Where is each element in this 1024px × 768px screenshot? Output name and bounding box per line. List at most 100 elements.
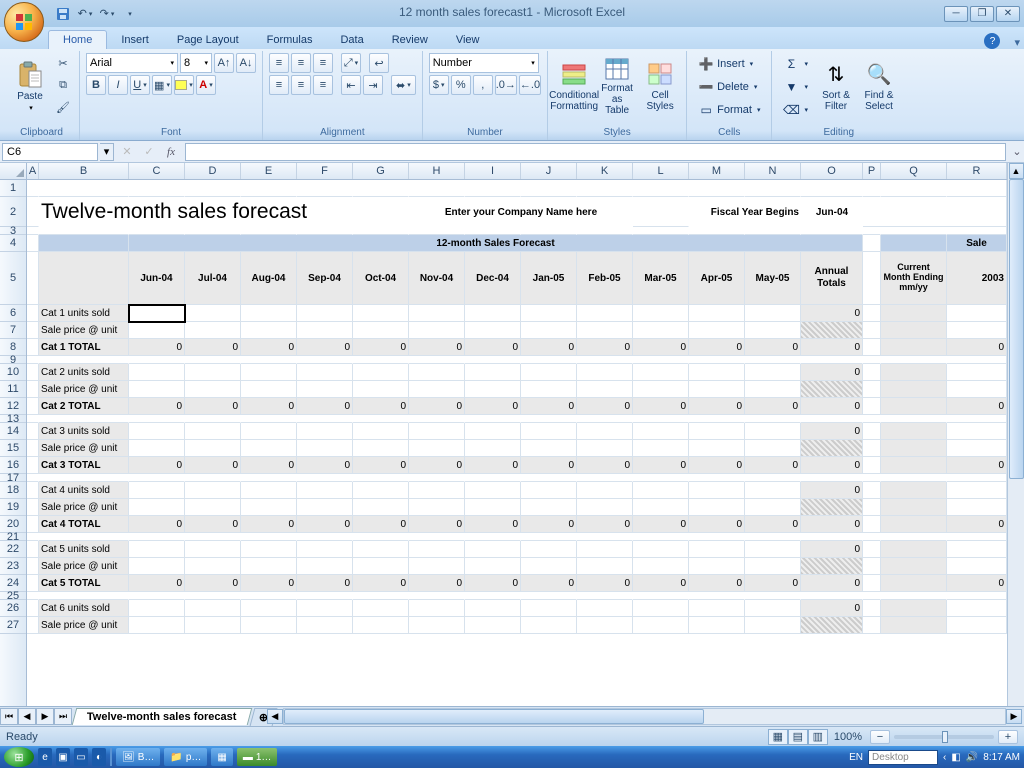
cell[interactable] [297,305,353,322]
cell[interactable] [745,381,801,398]
cell[interactable] [745,482,801,499]
cell[interactable]: Jun-04 [801,197,863,227]
cell[interactable] [241,227,297,235]
cell[interactable] [947,541,1007,558]
cell[interactable] [297,474,353,482]
expand-formula-bar[interactable]: ⌄ [1010,143,1024,161]
cell[interactable] [409,440,465,457]
cell[interactable] [353,180,409,197]
cell[interactable] [745,364,801,381]
cell[interactable] [521,356,577,364]
col-header-P[interactable]: P [863,163,881,179]
cell[interactable] [947,322,1007,339]
cell[interactable] [465,482,521,499]
cell[interactable] [129,499,185,516]
row-header-23[interactable]: 23 [0,558,26,575]
cell[interactable]: 0 [353,516,409,533]
vertical-scrollbar[interactable]: ▲ ▼ [1007,163,1024,726]
cell[interactable] [353,381,409,398]
cell[interactable] [689,533,745,541]
cell[interactable]: 0 [801,575,863,592]
increase-decimal-button[interactable]: .0→ [495,75,517,95]
cell[interactable] [745,617,801,634]
cell[interactable]: Cat 2 TOTAL [39,398,129,415]
zoom-out-button[interactable]: − [870,730,890,744]
cell[interactable] [465,600,521,617]
cell[interactable] [801,533,863,541]
cell[interactable] [27,575,39,592]
cell[interactable] [27,558,39,575]
cell[interactable]: 0 [241,339,297,356]
sheet-tab-active[interactable]: Twelve-month sales forecast [72,708,252,725]
cell[interactable] [863,398,881,415]
align-left-button[interactable]: ≡ [269,75,289,95]
cell[interactable] [521,305,577,322]
row-header-17[interactable]: 17 [0,474,26,482]
cell[interactable] [27,398,39,415]
cell[interactable] [129,305,185,322]
cell[interactable] [185,415,241,423]
cell[interactable] [633,482,689,499]
cell[interactable] [633,322,689,339]
cell[interactable] [689,415,745,423]
cell[interactable] [801,592,863,600]
cell[interactable] [881,322,947,339]
clear-button[interactable]: ⌫▾ [778,99,813,120]
cell[interactable] [689,592,745,600]
cell[interactable] [185,617,241,634]
format-cells-button[interactable]: ▭Format▾ [693,99,765,120]
row-header-14[interactable]: 14 [0,423,26,440]
cell[interactable] [27,235,39,252]
row-header-25[interactable]: 25 [0,592,26,600]
cell[interactable] [881,305,947,322]
copy-button[interactable]: ⧉ [53,75,73,95]
merge-center-button[interactable]: ⬌▾ [391,75,416,95]
cell[interactable] [881,398,947,415]
cell[interactable] [633,381,689,398]
cell[interactable] [577,482,633,499]
cell[interactable]: 0 [689,516,745,533]
cell[interactable]: Cat 5 units sold [39,541,129,558]
cell[interactable] [689,227,745,235]
cell[interactable] [129,227,185,235]
col-header-L[interactable]: L [633,163,689,179]
row-header-4[interactable]: 4 [0,235,26,252]
zoom-in-button[interactable]: + [998,730,1018,744]
cell[interactable] [185,356,241,364]
cell[interactable]: 0 [129,516,185,533]
cell[interactable]: 0 [947,398,1007,415]
cell[interactable]: 0 [297,575,353,592]
cell[interactable] [863,423,881,440]
number-format-select[interactable]: Number▾ [429,53,539,73]
cell[interactable] [881,415,947,423]
cell[interactable]: Cat 3 units sold [39,423,129,440]
col-header-A[interactable]: A [27,163,39,179]
cell[interactable] [27,617,39,634]
cell[interactable] [577,322,633,339]
cell[interactable]: 0 [801,305,863,322]
cell[interactable] [353,474,409,482]
cell[interactable] [39,235,129,252]
cell[interactable] [881,180,947,197]
decrease-indent-button[interactable]: ⇤ [341,75,361,95]
cell[interactable]: 12-month Sales Forecast [129,235,863,252]
select-all-button[interactable] [0,163,27,180]
cell[interactable]: 0 [745,398,801,415]
cell[interactable] [353,499,409,516]
cell[interactable] [297,356,353,364]
cell[interactable]: 0 [353,575,409,592]
cell[interactable] [881,339,947,356]
cell[interactable] [745,227,801,235]
cell[interactable] [27,499,39,516]
cell[interactable] [633,558,689,575]
cancel-formula-icon[interactable]: ✕ [117,143,137,161]
cell[interactable] [801,356,863,364]
cell[interactable] [881,356,947,364]
cell[interactable] [801,440,863,457]
cell[interactable] [689,322,745,339]
cell[interactable] [465,180,521,197]
cell[interactable] [185,440,241,457]
cell[interactable] [465,305,521,322]
cell[interactable] [689,617,745,634]
cell[interactable]: Jun-04 [129,252,185,305]
